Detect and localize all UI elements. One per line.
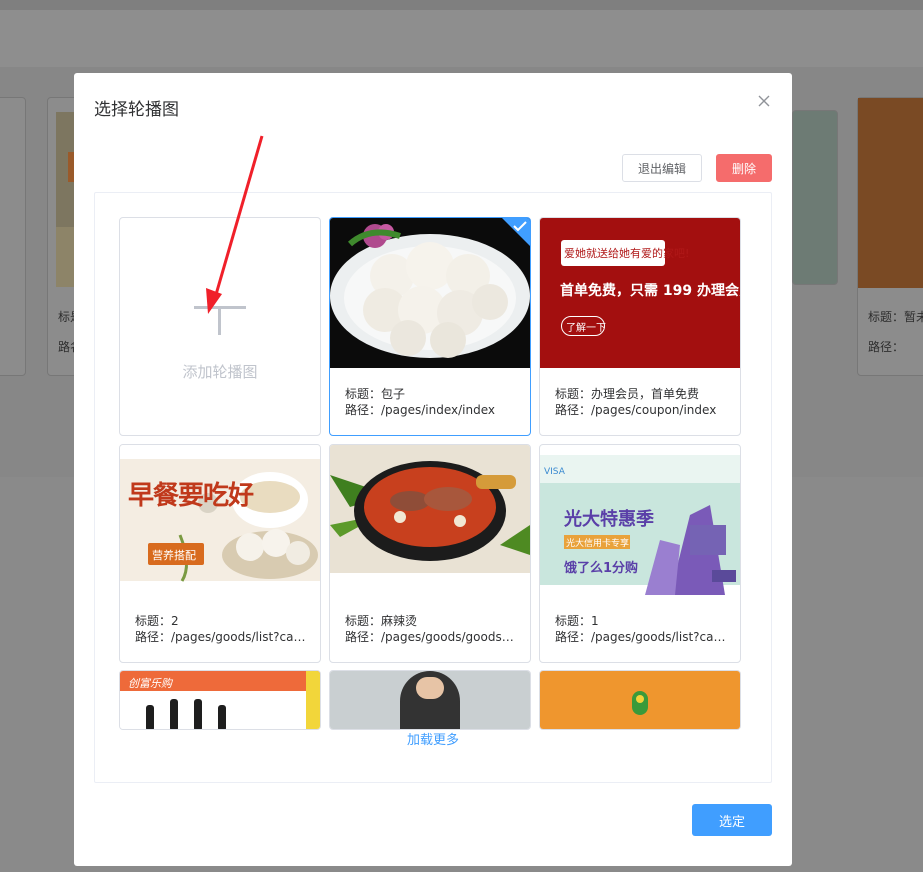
load-more-link[interactable]: 加载更多: [95, 729, 771, 748]
banner-item-everbright[interactable]: VISA 光大特惠季 光大信用卡专享 饿了么1分购 标题：1 路径：/pages…: [539, 444, 741, 663]
banner-image: 创富乐购: [120, 671, 320, 729]
banner-item-breakfast[interactable]: 早餐要吃好 营养搭配 标题：2 路径：/pages/goods/list?cat…: [119, 444, 321, 663]
banner-headline: 光大特惠季: [564, 509, 654, 530]
banner-image: [540, 671, 740, 729]
background-card-edge: [0, 97, 26, 376]
banner-image: [330, 445, 530, 573]
banner-item-malatang[interactable]: 标题：麻辣烫 路径：/pages/goods/goods?id=1: [329, 444, 531, 663]
banner-path: 路径：/pages/index/index: [345, 403, 496, 417]
banner-title: 标题：1: [555, 614, 599, 628]
banner-item-partial[interactable]: [539, 670, 741, 730]
banner-grid-panel: 添加轮播图 标题：包子 路径：/pages/index/index 爱她就送给她…: [94, 192, 772, 783]
banner-text: 爱她就送给她有爱的家吧!: [564, 247, 690, 260]
background-card-image: [858, 98, 923, 288]
banner-path: 路径：/pages/coupon/index: [555, 403, 717, 417]
banner-item-membership[interactable]: 爱她就送给她有爱的家吧! 首单免费，只需 199 办理会员 了解一下 标题：办理…: [539, 217, 741, 436]
banner-caption: 标题：办理会员，首单免费 路径：/pages/coupon/index: [555, 386, 730, 418]
banner-sub: 饿了么1分购: [564, 561, 639, 576]
banner-title: 标题：2: [135, 614, 179, 628]
background-card-path: 路径：: [868, 340, 905, 354]
banner-image: 爱她就送给她有爱的家吧! 首单免费，只需 199 办理会员 了解一下: [540, 218, 740, 368]
background-card-title: 标题：暂未: [868, 310, 923, 324]
plus-icon: [194, 306, 246, 335]
banner-path: 路径：/pages/goods/list?cate_id=2: [555, 630, 730, 644]
background-topbar: [0, 0, 923, 10]
background-header: [0, 10, 923, 67]
confirm-button[interactable]: 选定: [692, 804, 772, 836]
banner-text: 首单免费，只需 199 办理会员: [560, 283, 740, 299]
background-card-right: 标题：暂未 路径：: [857, 97, 923, 376]
banner-title: 标题：办理会员，首单免费: [555, 387, 700, 401]
banner-image: [330, 671, 530, 729]
banner-title: 标题：包子: [345, 387, 406, 401]
banner-image: 早餐要吃好 营养搭配: [120, 445, 320, 595]
banner-item-partial[interactable]: [329, 670, 531, 730]
banner-item-partial[interactable]: 创富乐购: [119, 670, 321, 730]
close-icon[interactable]: [756, 93, 772, 109]
banner-caption: 标题：包子 路径：/pages/index/index: [345, 386, 520, 418]
banner-text: 创富乐购: [128, 677, 172, 690]
banner-tag: 营养搭配: [152, 549, 196, 562]
check-icon: [513, 221, 527, 232]
background-card-right-partial: [792, 110, 838, 285]
add-banner-label: 添加轮播图: [182, 363, 258, 381]
banner-headline: 早餐要吃好: [128, 481, 254, 511]
banner-title: 标题：麻辣烫: [345, 614, 418, 628]
dialog-title: 选择轮播图: [94, 100, 179, 120]
banner-path: 路径：/pages/goods/goods?id=1: [345, 630, 520, 644]
banner-caption: 标题：2 路径：/pages/goods/list?cate_id=1: [135, 613, 310, 645]
select-banner-dialog: 选择轮播图 退出编辑 删除 添加轮播图 标题：包子 路径：/pages/inde…: [74, 73, 792, 866]
banner-item-baozi[interactable]: 标题：包子 路径：/pages/index/index: [329, 217, 531, 436]
banner-text: 了解一下: [566, 323, 606, 334]
banner-caption: 标题：麻辣烫 路径：/pages/goods/goods?id=1: [345, 613, 520, 645]
banner-image: VISA 光大特惠季 光大信用卡专享 饿了么1分购: [540, 445, 740, 595]
banner-path: 路径：/pages/goods/list?cate_id=1: [135, 630, 310, 644]
banner-image: [330, 218, 530, 368]
banner-logos: VISA: [544, 467, 565, 477]
banner-caption: 标题：1 路径：/pages/goods/list?cate_id=2: [555, 613, 730, 645]
add-banner-tile[interactable]: 添加轮播图: [119, 217, 321, 436]
delete-button[interactable]: 删除: [716, 154, 772, 182]
banner-sub: 光大信用卡专享: [566, 539, 630, 549]
exit-edit-button[interactable]: 退出编辑: [622, 154, 702, 182]
